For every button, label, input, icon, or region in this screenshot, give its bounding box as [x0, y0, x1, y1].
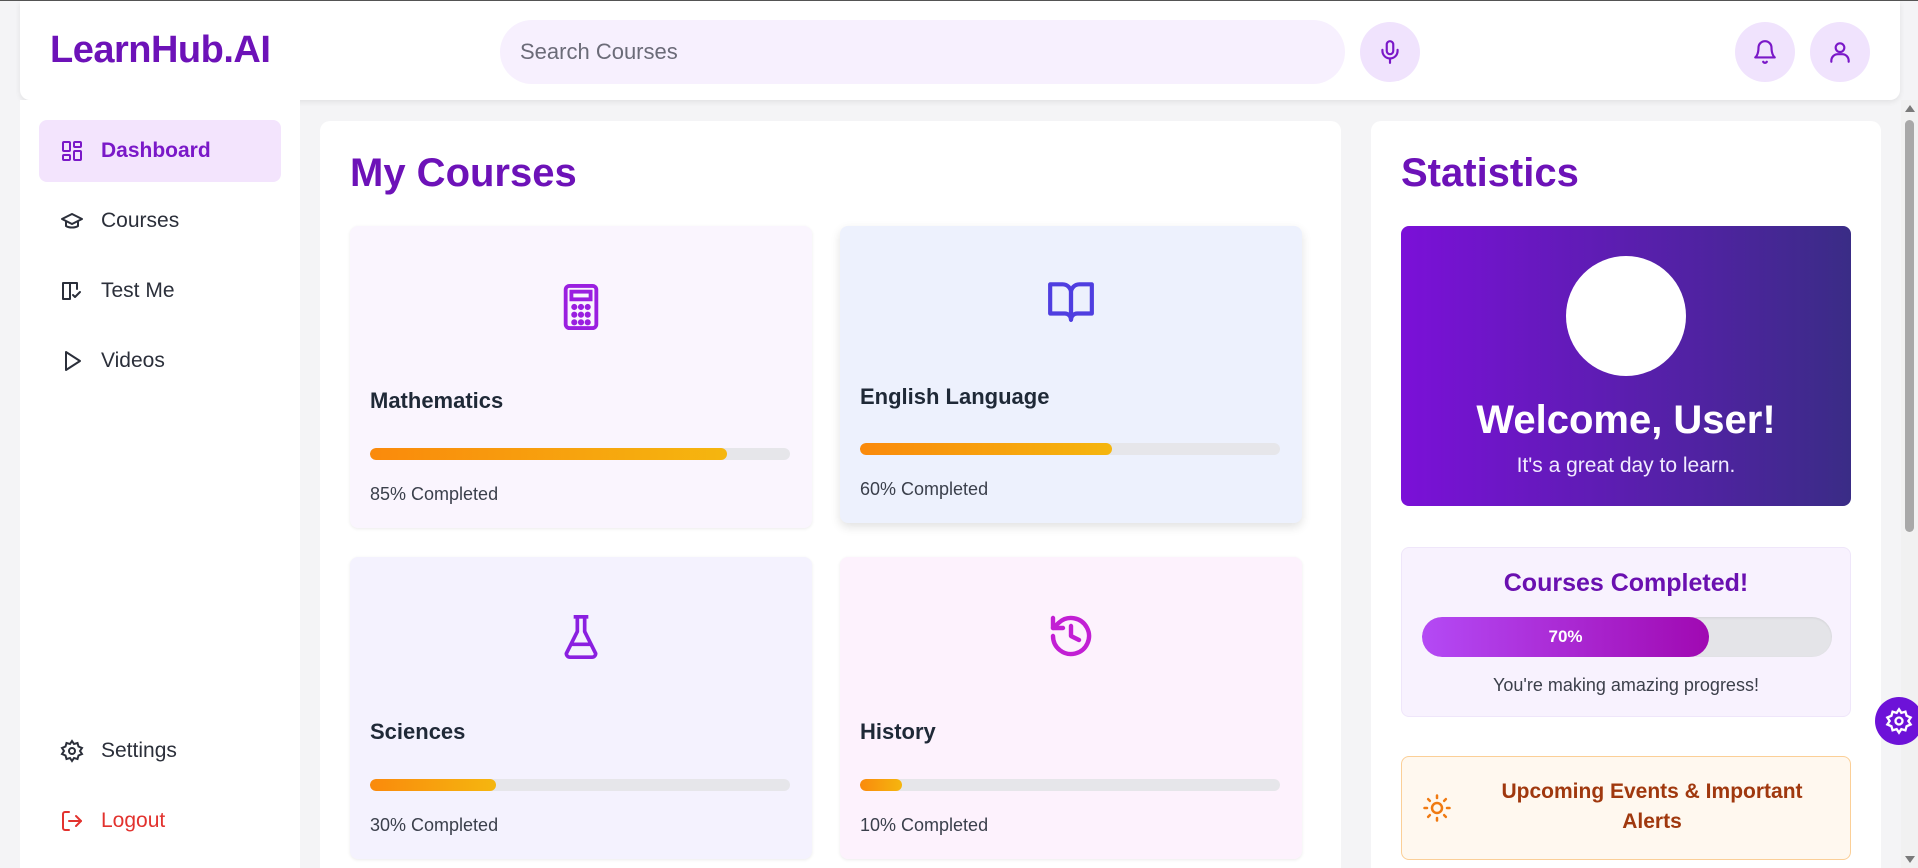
sidebar-item-label: Settings	[101, 739, 177, 762]
sidebar-item-logout[interactable]: Logout	[39, 790, 281, 852]
app-logo[interactable]: LearnHub.AI	[50, 29, 271, 72]
course-title: Mathematics	[370, 388, 504, 413]
book-open-icon	[840, 278, 1302, 324]
course-title: Sciences	[370, 719, 466, 744]
notifications-button[interactable]	[1735, 22, 1795, 82]
sidebar-item-settings[interactable]: Settings	[39, 720, 281, 782]
course-title: History	[860, 719, 936, 744]
course-progress-text: 10% Completed	[860, 815, 989, 835]
sidebar-item-label: Dashboard	[101, 139, 211, 162]
course-progress-track	[860, 443, 1280, 455]
voice-search-button[interactable]	[1360, 22, 1420, 82]
welcome-subtitle: It's a great day to learn.	[1516, 454, 1736, 477]
sidebar-item-test-me[interactable]: Test Me	[39, 260, 281, 322]
upcoming-events-alert[interactable]: Upcoming Events & Important Alerts	[1401, 756, 1851, 860]
gear-icon	[59, 738, 85, 764]
completion-progress-track: 70%	[1422, 617, 1832, 657]
sidebar-item-label: Videos	[101, 349, 165, 372]
page-scrollbar[interactable]	[1901, 100, 1918, 868]
sidebar-item-videos[interactable]: Videos	[39, 330, 281, 392]
course-card-sciences[interactable]: Sciences 30% Completed	[350, 557, 812, 859]
courses-completed-card: Courses Completed! 70% You're making ama…	[1401, 547, 1851, 717]
graduation-cap-icon	[59, 208, 85, 234]
play-icon	[59, 348, 85, 374]
scroll-down-arrow[interactable]	[1905, 856, 1915, 863]
courses-completed-title: Courses Completed!	[1503, 569, 1749, 597]
course-progress-track	[860, 779, 1280, 791]
course-title: English Language	[860, 384, 1050, 409]
course-progress-fill	[370, 779, 496, 791]
my-courses-panel: My Courses Mathematics 85% Completed Eng…	[320, 121, 1341, 868]
history-icon	[840, 612, 1302, 660]
course-card-mathematics[interactable]: Mathematics 85% Completed	[350, 226, 812, 528]
sidebar-item-courses[interactable]: Courses	[39, 190, 281, 252]
completion-percent: 70%	[1548, 627, 1583, 646]
course-progress-track	[370, 448, 790, 460]
course-progress-fill	[860, 779, 902, 791]
sidebar: Dashboard Courses Test Me Videos Setting…	[20, 100, 300, 868]
course-progress-text: 85% Completed	[370, 484, 499, 504]
scroll-thumb[interactable]	[1905, 120, 1914, 532]
floating-settings-button[interactable]	[1875, 697, 1918, 745]
course-progress-text: 30% Completed	[370, 815, 499, 835]
scroll-up-arrow[interactable]	[1905, 105, 1915, 112]
dashboard-icon	[59, 138, 85, 164]
avatar[interactable]	[1566, 256, 1686, 376]
course-card-english-language[interactable]: English Language 60% Completed	[840, 226, 1302, 523]
page-title: My Courses	[350, 151, 577, 195]
sidebar-item-label: Test Me	[101, 279, 175, 302]
sidebar-item-dashboard[interactable]: Dashboard	[39, 120, 281, 182]
logout-icon	[59, 808, 85, 834]
progress-message: You're making amazing progress!	[1493, 675, 1759, 695]
flask-icon	[350, 612, 812, 662]
course-progress-text: 60% Completed	[860, 479, 989, 499]
welcome-card: Welcome, User! It's a great day to learn…	[1401, 226, 1851, 506]
course-progress-fill	[370, 448, 727, 460]
welcome-title: Welcome, User!	[1476, 398, 1776, 442]
gear-icon	[1885, 707, 1913, 735]
search-bar[interactable]	[500, 20, 1345, 84]
statistics-panel: Statistics Welcome, User! It's a great d…	[1371, 121, 1881, 868]
top-header: LearnHub.AI	[20, 1, 1900, 100]
mic-icon	[1381, 40, 1399, 64]
book-check-icon	[59, 278, 85, 304]
statistics-title: Statistics	[1401, 151, 1579, 195]
sidebar-item-label: Logout	[101, 809, 166, 832]
profile-button[interactable]	[1810, 22, 1870, 82]
sidebar-item-label: Courses	[101, 209, 180, 232]
calculator-icon	[350, 281, 812, 333]
sun-icon	[1422, 793, 1452, 828]
course-progress-track	[370, 779, 790, 791]
user-icon	[1830, 42, 1850, 63]
bell-icon	[1754, 40, 1776, 64]
course-card-history[interactable]: History 10% Completed	[840, 557, 1302, 859]
events-alert-text: Upcoming Events & Important Alerts	[1501, 780, 1803, 833]
course-progress-fill	[860, 443, 1112, 455]
completion-progress-fill: 70%	[1422, 617, 1709, 657]
search-input[interactable]	[500, 20, 1345, 84]
